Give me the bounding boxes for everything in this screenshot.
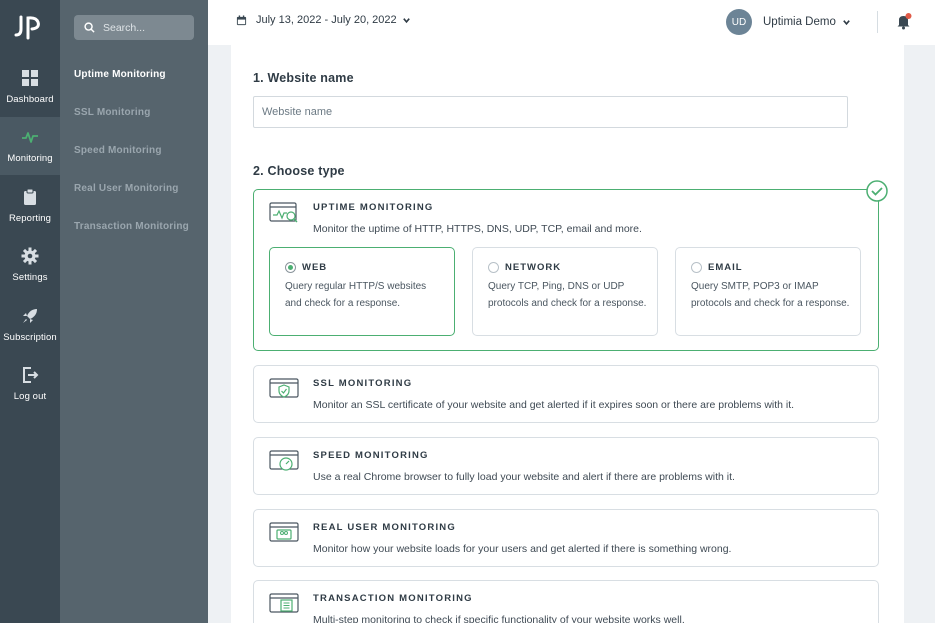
type-description: Use a real Chrome browser to fully load … [313,471,735,483]
type-description: Multi-step monitoring to check if specif… [313,614,685,623]
type-title: TRANSACTION MONITORING [313,593,473,604]
type-real-user-monitoring[interactable]: REAL USER MONITORING Monitor how your we… [253,509,879,567]
type-speed-monitoring[interactable]: SPEED MONITORING Use a real Chrome brows… [253,437,879,495]
search-input[interactable] [103,21,183,34]
users-browser-icon [269,522,299,542]
pulse-icon [22,132,38,143]
option-web[interactable]: WEB Query regular HTTP/S websites and ch… [269,247,455,336]
rocket-icon [23,309,37,323]
rail-label: Reporting [8,213,52,224]
type-ssl-monitoring[interactable]: SSL MONITORING Monitor an SSL certificat… [253,365,879,423]
subnav-item-uptime-monitoring[interactable]: Uptime Monitoring [74,69,166,80]
avatar: UD [726,9,752,35]
user-name: Uptimia Demo [763,16,836,28]
type-title: SSL MONITORING [313,378,413,389]
rail-label: Subscription [3,332,57,343]
option-network[interactable]: NETWORK Query TCP, Ping, DNS or UDP prot… [472,247,658,336]
header-divider [877,11,878,33]
radio-email[interactable] [691,262,702,273]
ssl-shield-icon [269,378,299,398]
date-range-text: July 13, 2022 - July 20, 2022 [256,14,397,26]
icon-rail: Dashboard Monitoring Reporting Settings … [0,0,60,623]
rail-item-reporting[interactable]: Reporting [0,177,60,235]
radio-network[interactable] [488,262,499,273]
user-menu[interactable]: UD Uptimia Demo [726,9,851,35]
option-description: Query TCP, Ping, DNS or UDP protocols an… [488,281,647,309]
rail-item-settings[interactable]: Settings [0,236,60,294]
chevron-down-icon [843,19,850,25]
jp-logo[interactable] [14,14,44,40]
type-title: UPTIME MONITORING [313,202,434,213]
rail-label: Log out [13,391,47,402]
uptime-monitor-icon [269,202,298,223]
new-monitor-form: 1. Website name 2. Choose type UPTIME MO… [231,45,904,623]
speedometer-icon [269,450,299,471]
bell-icon[interactable] [896,13,912,30]
type-transaction-monitoring[interactable]: TRANSACTION MONITORING Multi-step monito… [253,580,879,623]
transaction-steps-icon [269,593,299,613]
type-title: REAL USER MONITORING [313,522,456,533]
rail-item-dashboard[interactable]: Dashboard [0,58,60,116]
rail-label: Settings [12,272,48,283]
rail-label: Dashboard [6,94,54,105]
type-title: SPEED MONITORING [313,450,429,461]
chevron-down-icon [402,17,410,23]
option-title: EMAIL [708,262,743,273]
rail-item-logout[interactable]: Log out [0,355,60,413]
type-description: Monitor an SSL certificate of your websi… [313,399,795,411]
type-description: Monitor the uptime of HTTP, HTTPS, DNS, … [313,223,642,235]
radio-web[interactable] [285,262,296,273]
option-title: NETWORK [505,262,562,273]
secondary-nav: Uptime Monitoring SSL Monitoring Speed M… [60,0,208,623]
search-icon [84,22,95,33]
clipboard-icon [24,188,36,205]
section-title-choose-type: 2. Choose type [253,164,345,178]
option-email[interactable]: EMAIL Query SMTP, POP3 or IMAP protocols… [675,247,861,336]
option-description: Query SMTP, POP3 or IMAP protocols and c… [691,281,850,309]
gear-icon [21,247,39,265]
subnav-item-transaction-monitoring[interactable]: Transaction Monitoring [74,221,189,232]
calendar-icon [236,14,247,25]
section-title-website-name: 1. Website name [253,71,354,85]
option-title: WEB [302,262,328,273]
check-circle-icon [866,180,888,202]
subnav-item-real-user-monitoring[interactable]: Real User Monitoring [74,183,179,194]
option-description: Query regular HTTP/S websites and check … [285,281,427,309]
top-header: July 13, 2022 - July 20, 2022 UD Uptimia… [208,0,935,45]
subnav-item-ssl-monitoring[interactable]: SSL Monitoring [74,107,151,118]
rail-label: Monitoring [7,153,53,164]
rail-item-monitoring[interactable]: Monitoring [0,117,60,175]
search-box[interactable] [74,15,194,40]
dashboard-grid-icon [22,70,38,86]
subnav-item-speed-monitoring[interactable]: Speed Monitoring [74,145,162,156]
website-name-input[interactable] [253,96,848,128]
date-range-picker[interactable]: July 13, 2022 - July 20, 2022 [236,14,411,26]
logout-icon [23,367,39,383]
type-description: Monitor how your website loads for your … [313,543,732,555]
rail-item-subscription[interactable]: Subscription [0,296,60,354]
type-uptime-monitoring[interactable]: UPTIME MONITORING Monitor the uptime of … [253,180,888,351]
